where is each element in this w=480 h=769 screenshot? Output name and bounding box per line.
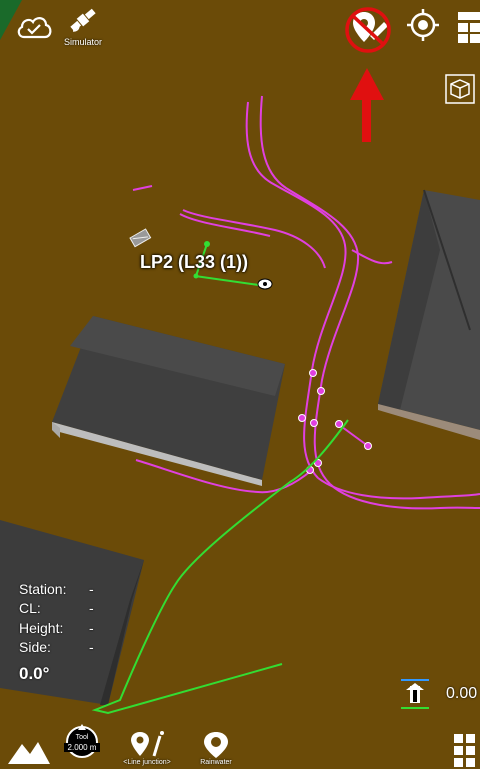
cube-view-icon xyxy=(445,74,475,104)
cloud-check-icon xyxy=(17,17,52,39)
rainwater-button[interactable] xyxy=(196,730,236,760)
cl-label: CL: xyxy=(19,600,41,616)
terrain-icon xyxy=(8,742,50,764)
heading-value: 0.0° xyxy=(19,664,50,683)
station-value: - xyxy=(89,581,94,597)
side-value: - xyxy=(89,639,94,655)
no-location-edit-icon xyxy=(345,7,391,53)
cl-value: - xyxy=(89,600,94,616)
height-label: Height: xyxy=(19,620,64,636)
simulator-label: Simulator xyxy=(64,37,103,47)
side-label: Side: xyxy=(19,639,51,655)
tool-value: 2.000 m xyxy=(64,743,100,752)
layers-button[interactable] xyxy=(454,10,480,44)
simulator-button[interactable] xyxy=(66,4,100,36)
terrain-button[interactable] xyxy=(8,734,50,766)
node-marker xyxy=(204,241,210,247)
locate-button[interactable] xyxy=(406,8,440,42)
satellite-icon xyxy=(70,8,96,32)
line-junction-button[interactable] xyxy=(126,730,170,760)
rainwater-icon xyxy=(204,732,228,758)
rainwater-label: Rainwater xyxy=(200,759,232,766)
elevation-value: 0.00 xyxy=(446,685,478,702)
locate-target-icon xyxy=(407,9,439,41)
node-marker xyxy=(193,273,199,279)
grid-menu-icon xyxy=(454,734,475,767)
point-label: LP2 (L33 (1)) xyxy=(140,252,249,272)
tool-label: Tool xyxy=(75,734,89,741)
height-value: - xyxy=(89,620,94,636)
point-line-icon xyxy=(131,731,164,757)
grid-menu-button[interactable] xyxy=(452,732,480,768)
map-viewport[interactable]: Simulator LP2 (L33 (1)) Station: - CL: -… xyxy=(0,0,480,769)
location-edit-disabled-button[interactable] xyxy=(340,6,396,54)
line-junction-label: <Line junction> xyxy=(123,759,171,766)
map-canvas[interactable] xyxy=(0,0,480,769)
bottom-toolbar: Tool 2.000 m <Line junction> Rainwater xyxy=(0,720,480,769)
3d-view-button[interactable] xyxy=(445,74,475,104)
station-label: Station: xyxy=(19,581,67,597)
layers-icon xyxy=(458,12,480,43)
cloud-sync-button[interactable] xyxy=(14,8,54,44)
point-marker-center xyxy=(263,282,267,286)
